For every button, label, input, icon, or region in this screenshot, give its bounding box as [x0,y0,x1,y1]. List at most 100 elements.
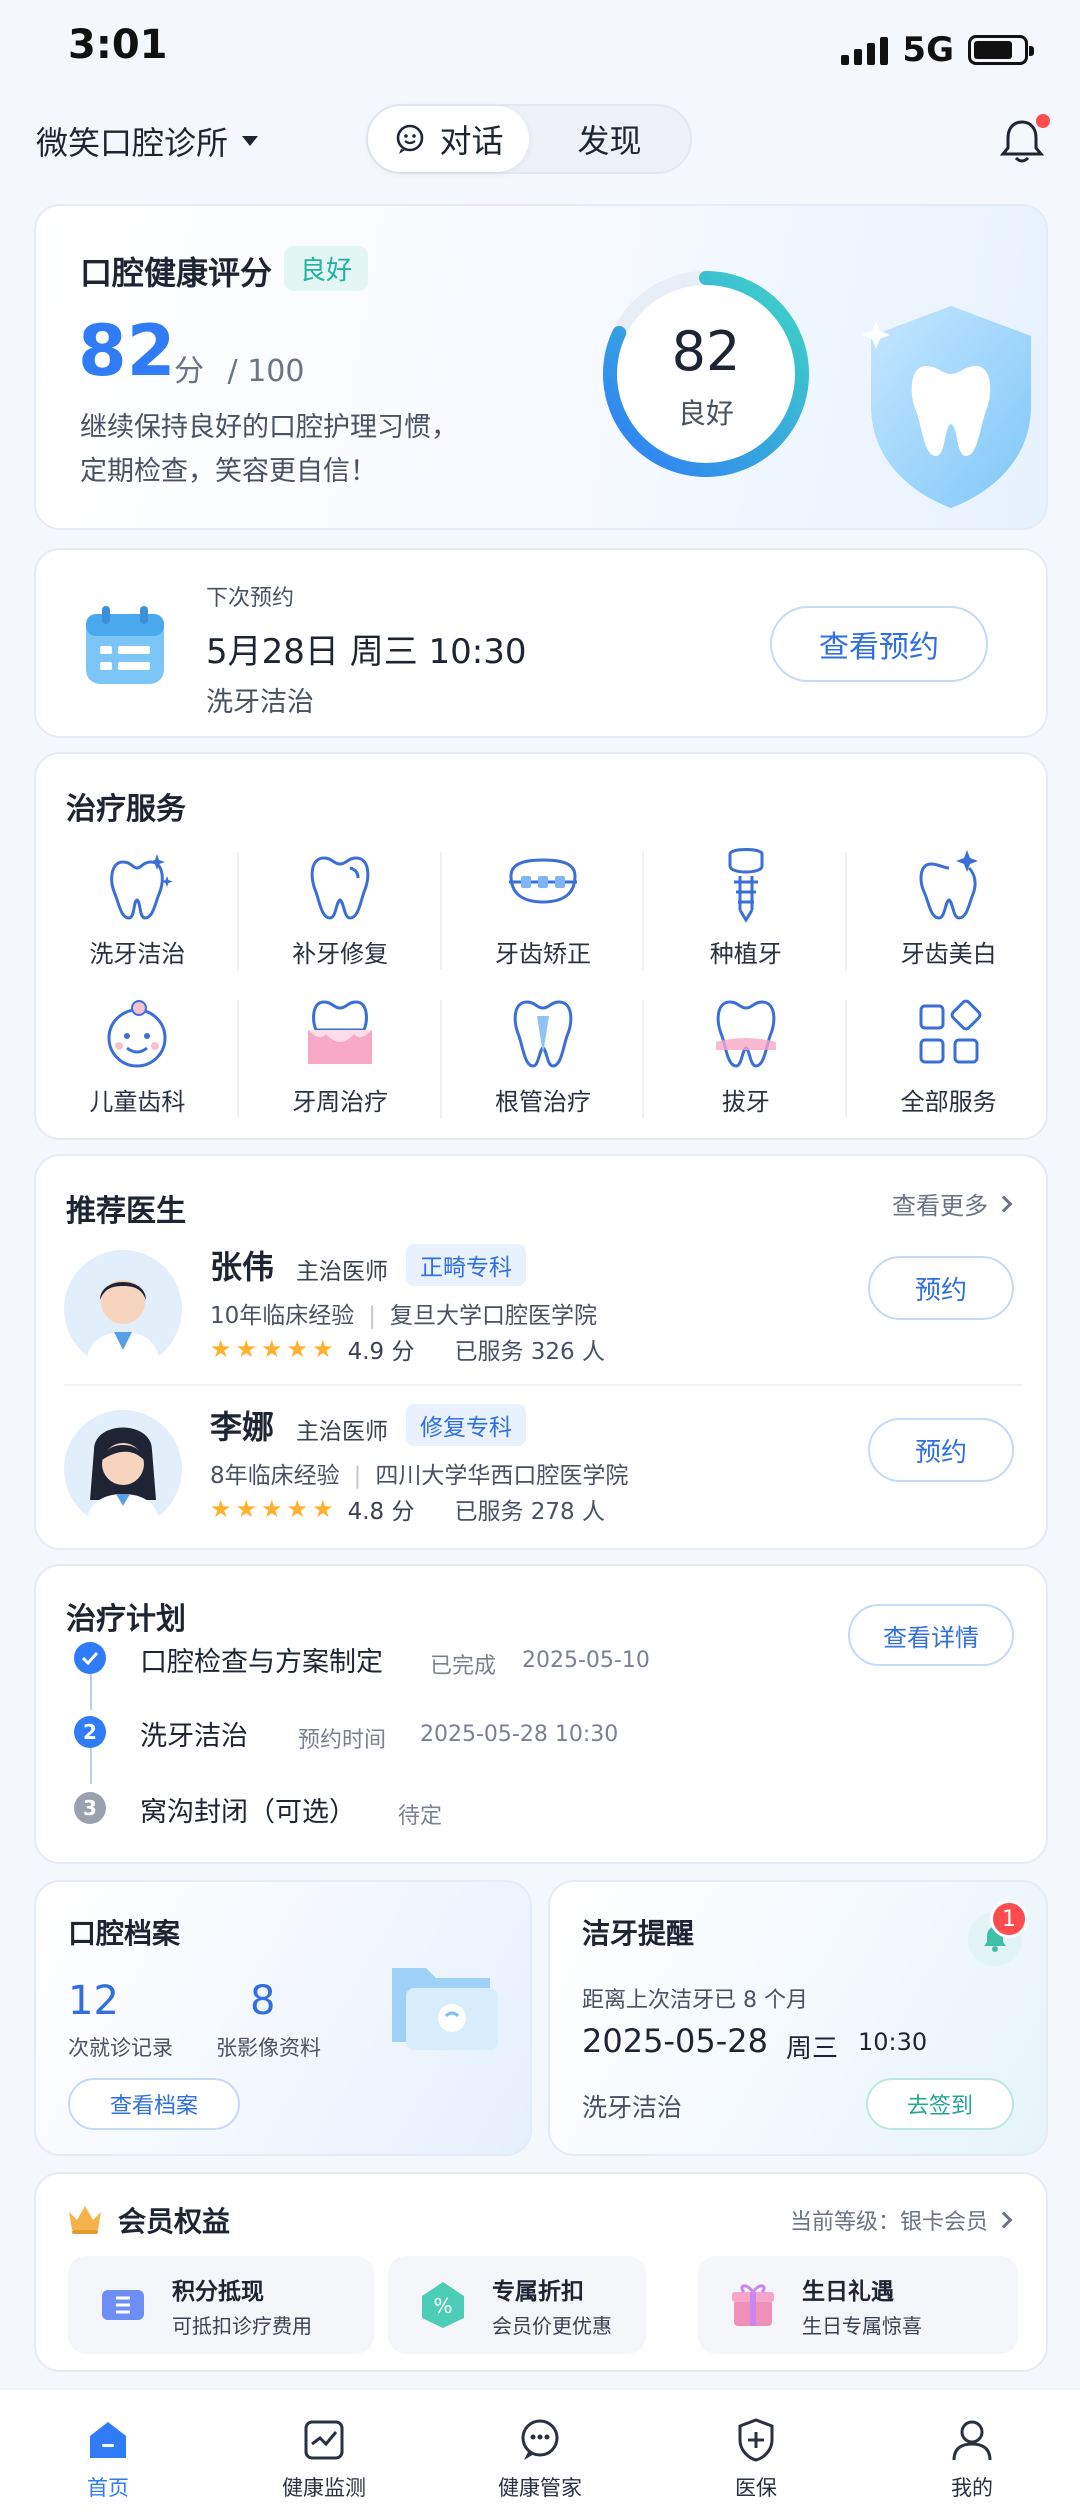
service-item-pediatric[interactable]: 儿童齿科 [36,992,239,1140]
chevron-right-icon [995,2211,1013,2229]
service-item-filling[interactable]: 补牙修复 [239,844,442,992]
doctor-rating: ★★★★★ 4.9 分 已服务 326 人 [210,1332,605,1366]
step-number: 3 [74,1792,106,1824]
service-item-root-canal[interactable]: 根管治疗 [442,992,645,1140]
doctor-row[interactable]: 李娜 主治医师 修复专科 8年临床经验 | 四川大学华西口腔医学院 ★★★★★ 4.… [36,1402,1050,1562]
step-status: 预约时间 [298,1728,387,1753]
step-name: 窝沟封闭（可选） [140,1797,356,1828]
score-description: 继续保持良好的口腔护理习惯， 定期检查，笑容更自信！ [80,406,458,494]
discount-tag-icon: % [422,2282,464,2328]
doctor-served-count: 已服务 326 人 [454,1339,605,1365]
score-value: 82 [78,310,176,392]
service-item-extraction[interactable]: 拔牙 [644,992,847,1140]
rating-stars-icon: ★★★★★ [210,1495,338,1523]
perk-points[interactable]: 积分抵现 可抵扣诊疗费用 [68,2256,374,2354]
membership-level-link[interactable]: 当前等级：银卡会员 [790,2204,1013,2236]
visits-label: 次就诊记录 [68,2036,173,2060]
view-plan-details-button[interactable]: 查看详情 [848,1604,1014,1666]
folder-icon [392,1968,498,2050]
service-item-implant[interactable]: 种植牙 [644,844,847,992]
doctor-school: 复旦大学口腔医学院 [390,1303,598,1329]
step-status: 已完成 [430,1654,497,1679]
check-in-button[interactable]: 去签到 [866,2078,1014,2130]
doctor-experience-years: 8年临床经验 [210,1463,340,1489]
root-canal-icon [513,1000,573,1068]
service-label: 根管治疗 [494,1088,591,1116]
step-date: 2025-05-28 10:30 [420,1722,619,1747]
treatment-services-card: 治疗服务 洗牙洁治 补牙修复 牙齿矫正 种植牙 牙齿美白 儿童齿科 牙周治疗 根… [34,752,1048,1140]
doctors-more-label: 查看更多 [892,1192,988,1220]
tab-label: 健康监测 [282,2476,366,2500]
step-status: 待定 [398,1804,443,1829]
perk-name: 积分抵现 [172,2279,264,2305]
service-item-cleaning[interactable]: 洗牙洁治 [36,844,239,992]
doctor-row[interactable]: 张伟 主治医师 正畸专科 10年临床经验 | 复旦大学口腔医学院 ★★★★★ 4.9… [36,1242,1050,1402]
doctor-rating-score: 4.9 分 [347,1339,415,1365]
avatar-male-icon [86,1280,160,1368]
svg-text:%: % [433,2294,452,2318]
doctor-specialty-tag: 修复专科 [406,1404,526,1446]
battery-icon [968,35,1034,65]
appointment-label: 下次预约 [206,586,295,611]
implant-icon [728,848,764,923]
plan-step-pending: 3 [74,1788,106,1828]
cleaning-since-last: 距离上次洁牙已 8 个月 [582,1988,808,2013]
service-item-orthodontics[interactable]: 牙齿矫正 [442,844,645,992]
score-tag: 良好 [284,246,369,291]
doctor-title: 主治医师 [296,1259,388,1285]
book-doctor-button[interactable]: 预约 [868,1256,1014,1320]
service-item-all[interactable]: 全部服务 [847,992,1050,1140]
book-doctor-button[interactable]: 预约 [868,1418,1014,1482]
service-item-periodontal[interactable]: 牙周治疗 [239,992,442,1140]
perk-discount[interactable]: % 专属折扣 会员价更优惠 [388,2256,646,2354]
doctors-more-link[interactable]: 查看更多 [892,1186,1013,1221]
extraction-icon [715,1000,776,1068]
cleaning-time: 10:30 [858,2028,928,2056]
tab-home[interactable]: 首页 [0,2390,216,2520]
plan-step-done [74,1638,106,1678]
doctor-experience: 8年临床经验 | 四川大学华西口腔医学院 [210,1463,629,1489]
status-time: 3:01 [68,22,168,68]
segment-discover[interactable]: 发现 [529,106,690,172]
doctor-name: 张伟 [210,1248,275,1286]
doctor-served-count: 已服务 278 人 [454,1499,605,1525]
chat-smile-icon [397,124,424,154]
view-records-button[interactable]: 查看档案 [68,2078,240,2130]
tab-health-butler[interactable]: 健康管家 [432,2390,648,2520]
view-appointment-button[interactable]: 查看预约 [770,606,988,682]
gum-icon [308,1000,373,1064]
step-name: 洗牙洁治 [140,1721,248,1752]
cleaning-weekday: 周三 [786,2034,839,2064]
cleaning-reminder-card[interactable]: 洁牙提醒 1 距离上次洁牙已 8 个月 2025-05-28 周三 10:30 … [548,1880,1048,2156]
clinic-selector[interactable]: 微笑口腔诊所 [36,118,259,164]
oral-records-card[interactable]: 口腔档案 12 次就诊记录 8 张影像资料 查看档案 [34,1880,532,2156]
tab-medical-insurance[interactable]: 医保 [648,2390,864,2520]
tab-label: 医保 [735,2476,777,2500]
doctor-rating: ★★★★★ 4.8 分 已服务 278 人 [210,1492,605,1526]
step-number: 2 [74,1716,106,1748]
segment-chat[interactable]: 对话 [368,106,529,172]
step-name: 口腔检查与方案制定 [140,1647,383,1678]
clinic-name: 微笑口腔诊所 [36,124,229,162]
doctor-specialty-tag: 正畸专科 [406,1244,526,1286]
tab-health-monitor[interactable]: 健康监测 [216,2390,432,2520]
services-grid: 洗牙洁治 补牙修复 牙齿矫正 种植牙 牙齿美白 儿童齿科 牙周治疗 根管治疗 拔… [36,844,1050,1140]
tab-label: 我的 [951,2476,993,2500]
service-label: 牙周治疗 [292,1088,389,1116]
service-item-whitening[interactable]: 牙齿美白 [847,844,1050,992]
service-label: 种植牙 [709,940,782,968]
network-type: 5G [902,30,954,70]
tab-profile[interactable]: 我的 [864,2390,1080,2520]
child-face-icon [107,1000,167,1068]
notification-dot [1036,114,1050,128]
step-connector [90,1748,92,1784]
next-appointment-card[interactable]: 下次预约 5月28日 周三 10:30 洗牙洁治 查看预约 [34,548,1048,738]
score-title: 口腔健康评分 [80,254,273,292]
perk-name: 生日礼遇 [802,2279,894,2305]
service-label: 洗牙洁治 [89,940,186,968]
segment-control: 对话 发现 [366,104,692,174]
doctor-experience-years: 10年临床经验 [210,1303,355,1329]
oral-health-score-card[interactable]: 口腔健康评分 良好 82 分 / 100 继续保持良好的口腔护理习惯， 定期检查… [34,204,1048,530]
services-title: 治疗服务 [66,792,186,827]
perk-birthday[interactable]: 生日礼遇 生日专属惊喜 [698,2256,1018,2354]
